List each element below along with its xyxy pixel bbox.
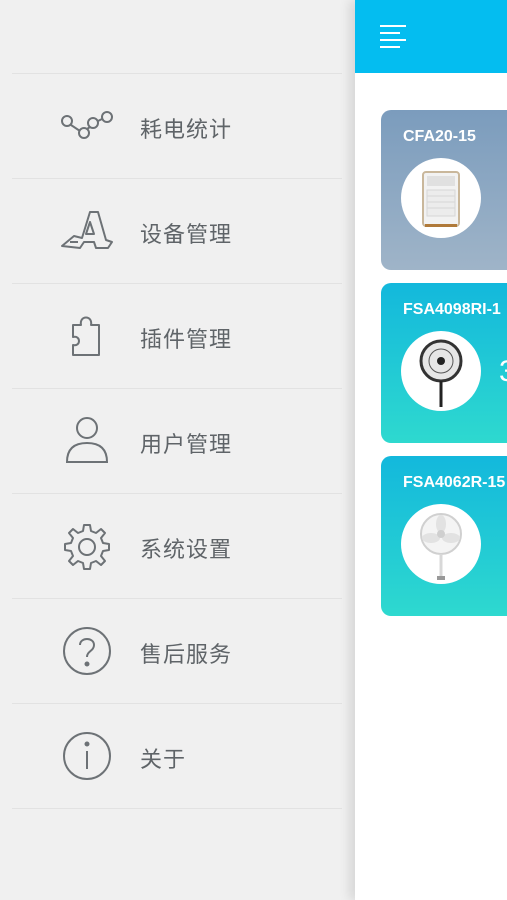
top-bar	[355, 0, 507, 73]
menu-label: 关于	[140, 748, 187, 773]
menu-label: 耗电统计	[140, 118, 233, 143]
device-card[interactable]: CFA20-15	[381, 110, 507, 270]
menu-item-power-stats[interactable]: 耗电统计	[12, 74, 342, 179]
white-stand-fan-image	[401, 504, 481, 584]
menu-item-about[interactable]: 关于	[12, 704, 342, 809]
device-name: CFA20-15	[403, 128, 476, 145]
menu-item-plugin-manage[interactable]: 插件管理	[12, 284, 342, 389]
device-card[interactable]: FSA4098RI-1 3	[381, 283, 507, 443]
menu-label: 设备管理	[140, 223, 233, 248]
plugin-puzzle-icon	[60, 311, 114, 361]
air-cooler-image	[401, 158, 481, 238]
main-panel: CFA20-15 FSA4098RI-1 3	[355, 0, 507, 900]
menu-item-user-manage[interactable]: 用户管理	[12, 389, 342, 494]
side-drawer: 耗电统计 设备管理 插件管理 用户管理 系统设置 售后服务 关于	[0, 0, 355, 900]
info-icon	[60, 731, 114, 781]
hamburger-menu-icon[interactable]	[380, 25, 408, 49]
menu-item-system-settings[interactable]: 系统设置	[12, 494, 342, 599]
dark-stand-fan-image	[401, 331, 481, 411]
menu-item-device-manage[interactable]: 设备管理	[12, 179, 342, 284]
gear-icon	[60, 521, 114, 571]
device-manage-icon	[60, 206, 114, 256]
device-name: FSA4098RI-1	[403, 301, 501, 318]
help-icon	[60, 626, 114, 676]
device-name: FSA4062R-15	[403, 474, 506, 491]
device-extra: 3	[499, 355, 507, 389]
menu-item-after-sales[interactable]: 售后服务	[12, 599, 342, 704]
user-icon	[60, 416, 114, 466]
power-stats-icon	[60, 101, 114, 151]
menu-label: 插件管理	[140, 328, 233, 353]
menu-label: 系统设置	[140, 538, 233, 563]
menu-label: 售后服务	[140, 643, 233, 668]
menu-label: 用户管理	[140, 433, 233, 458]
device-card[interactable]: FSA4062R-15	[381, 456, 507, 616]
